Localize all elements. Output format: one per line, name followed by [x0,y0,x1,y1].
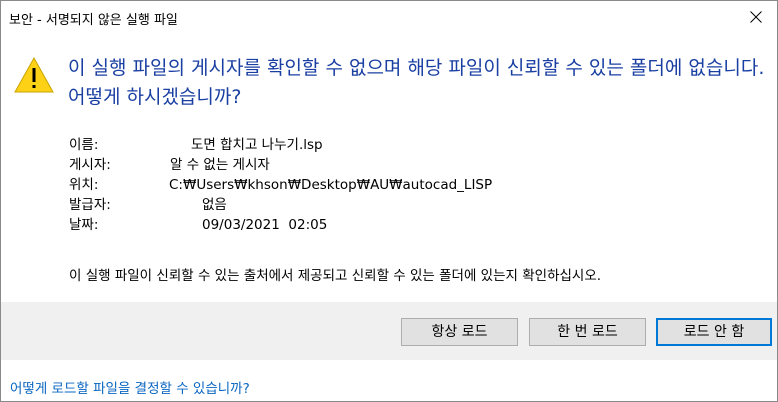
close-button[interactable] [735,1,777,33]
issuer-value: 없음 [202,197,227,213]
help-link[interactable]: 어떻게 로드할 파일을 결정할 수 있습니까? [10,377,250,397]
button-bar: 항상 로드 한 번 로드 로드 안 함 [1,302,777,360]
date-value: 09/03/2021 02:05 [202,217,328,233]
warning-triangle-icon [14,57,54,93]
window-title: 보안 - 서명되지 않은 실행 파일 [9,13,178,28]
title-bar: 보안 - 서명되지 않은 실행 파일 [1,1,777,33]
issuer-label: 발급자: [69,197,111,213]
location-label: 위치: [69,177,99,193]
do-not-load-button[interactable]: 로드 안 함 [656,318,772,346]
security-dialog: 보안 - 서명되지 않은 실행 파일 이 실행 파일의 게시자를 확인할 수 없… [0,0,778,402]
trust-message: 이 실행 파일이 신뢰할 수 있는 출처에서 제공되고 신뢰할 수 있는 폴더에… [69,268,602,284]
close-icon [750,11,762,23]
load-once-button[interactable]: 한 번 로드 [529,318,646,346]
date-label: 날짜: [69,217,99,233]
name-label: 이름: [69,137,99,153]
publisher-value: 알 수 없는 게시자 [170,157,270,173]
publisher-label: 게시자: [69,157,111,173]
warning-heading: 이 실행 파일의 게시자를 확인할 수 없으며 해당 파일이 신뢰할 수 있는 … [68,57,765,108]
name-value: 도면 합치고 나누기.lsp [191,137,323,153]
always-load-button[interactable]: 항상 로드 [401,318,518,346]
location-value: C:₩Users₩khson₩Desktop₩AU₩autocad_LISP [169,177,493,193]
